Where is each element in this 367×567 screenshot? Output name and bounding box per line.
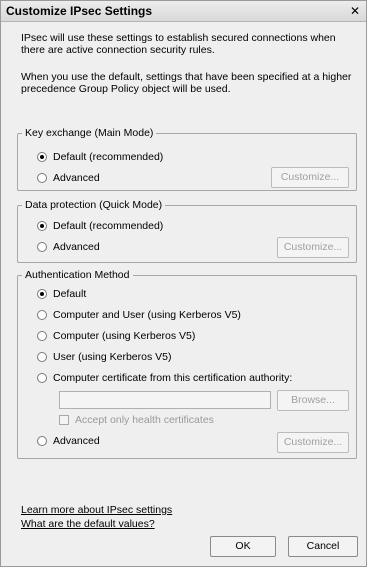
radio-icon [37, 242, 47, 252]
radio-checked-icon [37, 152, 47, 162]
health-cert-checkbox[interactable]: Accept only health certificates [59, 413, 214, 427]
default-values-link[interactable]: What are the default values? [21, 518, 155, 530]
data-protection-customize-button[interactable]: Customize... [277, 237, 349, 258]
key-exchange-default-radio[interactable]: Default (recommended) [37, 150, 163, 164]
data-protection-advanced-radio[interactable]: Advanced [37, 240, 100, 254]
key-exchange-customize-button[interactable]: Customize... [271, 167, 349, 188]
data-protection-advanced-label: Advanced [53, 241, 100, 253]
radio-icon [37, 373, 47, 383]
data-protection-default-radio[interactable]: Default (recommended) [37, 219, 163, 233]
auth-user-radio[interactable]: User (using Kerberos V5) [37, 350, 171, 364]
ca-field[interactable] [59, 391, 271, 409]
auth-customize-button[interactable]: Customize... [277, 432, 349, 453]
auth-certificate-radio[interactable]: Computer certificate from this certifica… [37, 371, 292, 385]
key-exchange-default-label: Default (recommended) [53, 151, 164, 163]
radio-checked-icon [37, 289, 47, 299]
learn-more-link[interactable]: Learn more about IPsec settings [21, 504, 172, 516]
checkbox-icon [59, 415, 69, 425]
radio-icon [37, 352, 47, 362]
auth-computer-user-radio[interactable]: Computer and User (using Kerberos V5) [37, 308, 241, 322]
ok-button[interactable]: OK [210, 536, 276, 557]
auth-computer-radio[interactable]: Computer (using Kerberos V5) [37, 329, 195, 343]
close-icon[interactable]: ✕ [347, 3, 363, 19]
radio-icon [37, 436, 47, 446]
data-protection-legend: Data protection (Quick Mode) [25, 199, 163, 211]
auth-default-label: Default [53, 288, 87, 300]
auth-user-label: User (using Kerberos V5) [53, 351, 172, 363]
radio-icon [37, 173, 47, 183]
key-exchange-advanced-label: Advanced [53, 172, 100, 184]
auth-certificate-label: Computer certificate from this certifica… [53, 372, 293, 384]
intro-text-1: IPsec will use these settings to establi… [21, 32, 336, 56]
auth-advanced-radio[interactable]: Advanced [37, 434, 100, 448]
title-bar: Customize IPsec Settings ✕ [1, 1, 366, 22]
radio-checked-icon [37, 221, 47, 231]
cancel-button[interactable]: Cancel [288, 536, 358, 557]
key-exchange-advanced-radio[interactable]: Advanced [37, 171, 100, 185]
auth-computer-user-label: Computer and User (using Kerberos V5) [53, 309, 241, 321]
data-protection-default-label: Default (recommended) [53, 220, 164, 232]
radio-icon [37, 310, 47, 320]
health-cert-label: Accept only health certificates [75, 414, 214, 426]
key-exchange-legend: Key exchange (Main Mode) [25, 127, 154, 139]
radio-icon [37, 331, 47, 341]
customize-ipsec-dialog: Customize IPsec Settings ✕ IPsec will us… [0, 0, 367, 567]
auth-computer-label: Computer (using Kerberos V5) [53, 330, 196, 342]
auth-default-radio[interactable]: Default [37, 287, 86, 301]
dialog-title: Customize IPsec Settings [6, 4, 153, 18]
auth-advanced-label: Advanced [53, 435, 100, 447]
authentication-legend: Authentication Method [25, 269, 130, 281]
intro-text-2: When you use the default, settings that … [21, 71, 352, 95]
browse-button[interactable]: Browse... [277, 390, 349, 411]
